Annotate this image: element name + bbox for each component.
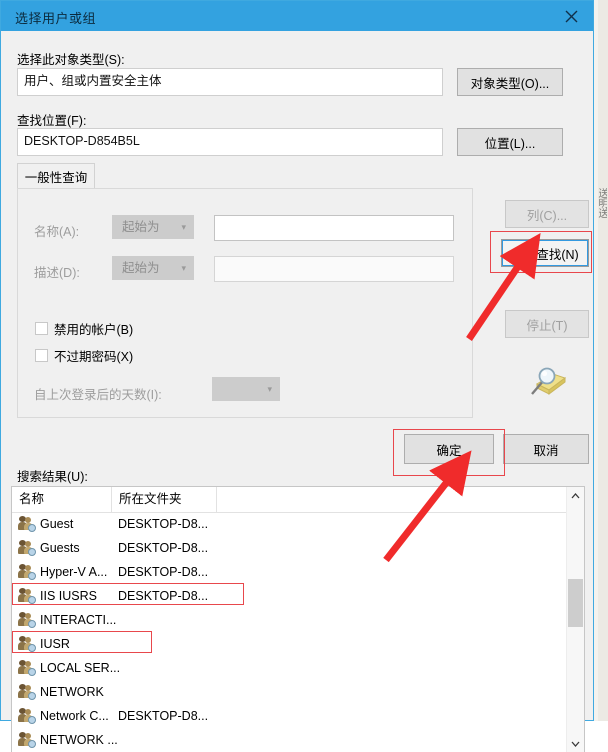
description-value-input[interactable] [214,256,454,282]
table-row[interactable]: Guests DESKTOP-D8... [12,536,584,560]
dialog-body: 选择此对象类型(S): 用户、组或内置安全主体 对象类型(O)... 查找位置(… [1,31,593,752]
row-name-cell: NETWORK ... [18,728,118,752]
close-icon[interactable] [549,1,593,31]
annotation-box-find-now [490,231,592,273]
days-since-login-select[interactable]: ▾ [212,377,280,401]
table-row[interactable]: LOCAL SER... [12,656,584,680]
name-value-input[interactable] [214,215,454,241]
annotation-box-iusr [12,631,152,653]
group-icon [18,564,36,580]
group-icon [18,684,36,700]
description-condition-select[interactable]: 起始为 ▾ [112,256,194,280]
row-name-cell: Guest [18,512,73,536]
background-text-fragment: 送明送 [596,188,607,218]
row-name-text: Guests [40,541,80,555]
annotation-box-iis-iusrs [12,583,244,605]
results-scrollbar[interactable] [566,487,584,752]
description-condition-value: 起始为 [122,261,160,275]
annotation-box-ok [393,429,505,476]
non-expiring-password-label: 不过期密码(X) [54,350,134,364]
table-row[interactable]: NETWORK [12,680,584,704]
row-name-cell: LOCAL SER... [18,656,120,680]
chevron-down-icon: ▾ [181,222,186,232]
row-folder-cell: DESKTOP-D8... [118,541,209,555]
group-icon [18,660,36,676]
location-input[interactable]: DESKTOP-D854B5L [17,128,443,156]
row-name-text: Guest [40,517,74,531]
dialog-title: 选择用户或组 [15,11,97,26]
row-folder-cell: DESKTOP-D8... [118,709,209,723]
column-header-folder[interactable]: 所在文件夹 [112,487,217,512]
row-name-cell: INTERACTI... [18,608,116,632]
table-row[interactable]: Guest DESKTOP-D8... [12,512,584,536]
table-row[interactable]: Hyper-V A... DESKTOP-D8... [12,560,584,584]
row-name-text: NETWORK [40,685,104,699]
table-row[interactable]: INTERACTI... [12,608,584,632]
group-icon [18,708,36,724]
row-name-text: INTERACTI... [40,613,117,627]
chevron-up-icon[interactable] [567,487,584,504]
row-name-cell: Network C... [18,704,109,728]
row-name-text: LOCAL SER... [40,661,121,675]
columns-button[interactable]: 列(C)... [505,200,589,228]
cancel-button[interactable]: 取消 [503,434,589,464]
general-query-panel: 名称(A): 起始为 ▾ 描述(D): 起始为 ▾ 禁用的帐户(B) 不过期密码… [17,188,473,418]
disabled-accounts-label: 禁用的帐户(B) [54,323,134,337]
description-label: 描述(D): [34,266,80,280]
disabled-accounts-checkbox[interactable] [35,322,48,335]
search-results-list[interactable]: 名称 所在文件夹 Guest DESKTOP-D8... Guests DESKTOP… [11,486,585,752]
tab-general-query[interactable]: 一般性查询 [17,163,95,189]
magnifier-folder-icon [525,364,567,400]
chevron-down-icon[interactable] [567,735,584,752]
user-icon [18,516,36,532]
object-type-button[interactable]: 对象类型(O)... [457,68,563,96]
row-folder-cell: DESKTOP-D8... [118,517,209,531]
non-expiring-password-checkbox[interactable] [35,349,48,362]
group-icon [18,612,36,628]
chevron-down-icon: ▾ [267,384,272,394]
row-folder-cell: DESKTOP-D8... [118,565,209,579]
name-label: 名称(A): [34,225,80,239]
list-column-headers: 名称 所在文件夹 [12,487,584,513]
object-type-input[interactable]: 用户、组或内置安全主体 [17,68,443,96]
object-type-label: 选择此对象类型(S): [17,53,125,67]
select-users-or-groups-dialog: 选择用户或组 选择此对象类型(S): 用户、组或内置安全主体 对象类型(O)..… [0,0,594,752]
stop-button[interactable]: 停止(T) [505,310,589,338]
group-icon [18,540,36,556]
days-since-login-label: 自上次登录后的天数(I): [34,388,162,402]
row-name-cell: Guests [18,536,80,560]
chevron-down-icon: ▾ [181,263,186,273]
location-button[interactable]: 位置(L)... [457,128,563,156]
column-header-name[interactable]: 名称 [12,487,112,512]
row-name-text: Network C... [40,709,109,723]
search-results-label: 搜索结果(U): [17,470,88,484]
name-condition-value: 起始为 [122,220,160,234]
table-row[interactable]: Network C... DESKTOP-D8... [12,704,584,728]
row-name-cell: Hyper-V A... [18,560,107,584]
dialog-titlebar: 选择用户或组 [1,1,593,31]
row-name-text: Hyper-V A... [40,565,108,579]
row-name-text: NETWORK ... [40,733,118,747]
row-name-cell: NETWORK [18,680,104,704]
scrollbar-thumb[interactable] [568,579,583,627]
name-condition-select[interactable]: 起始为 ▾ [112,215,194,239]
location-label: 查找位置(F): [17,114,87,128]
group-icon [18,732,36,748]
table-row[interactable]: NETWORK ... [12,728,584,752]
background-window-strip: 送明送 [592,0,608,721]
tabstrip: 一般性查询 [17,163,95,189]
